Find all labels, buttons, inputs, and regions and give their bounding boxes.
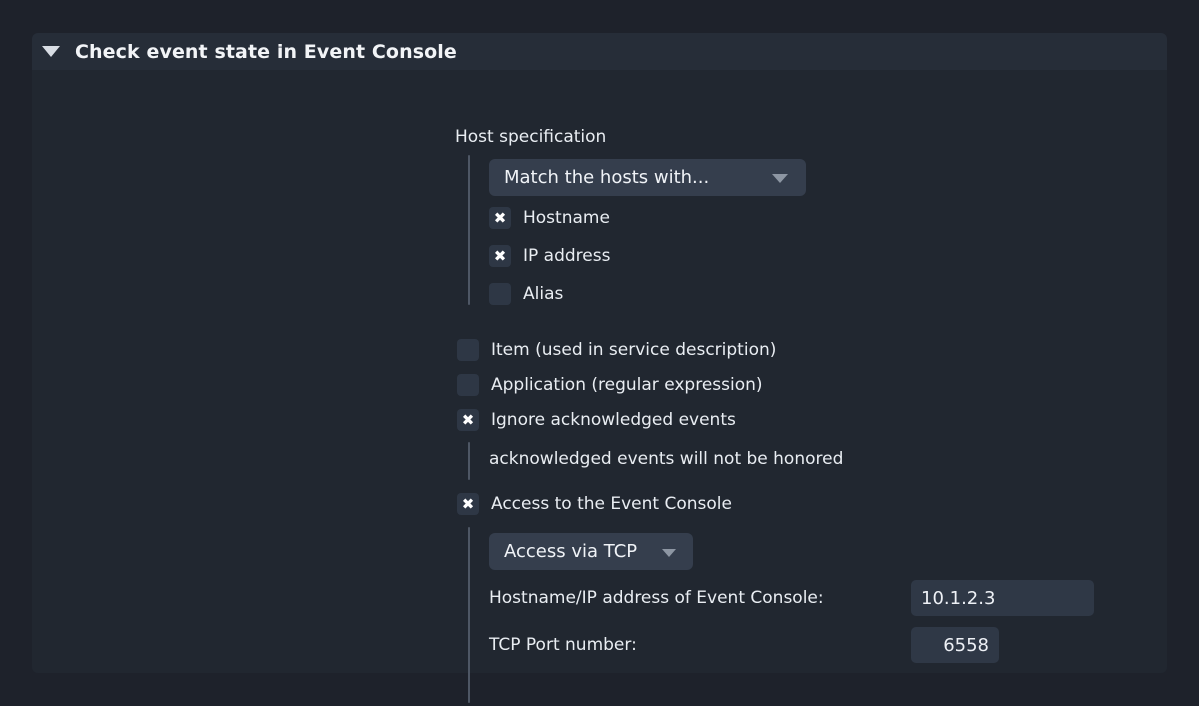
host-ip-field-label: Hostname/IP address of Event Console: [489,588,824,608]
checkbox-row-application[interactable]: ✖ Application (regular expression) [457,374,763,396]
host-specification-label: Host specification [455,127,607,147]
event-console-panel: Check event state in Event Console Host … [32,33,1167,703]
checkbox-label-alias: Alias [523,284,564,304]
tcp-port-input[interactable] [911,627,999,663]
panel-header[interactable]: Check event state in Event Console [32,33,1167,70]
checkbox-label-ignore-acknowledged: Ignore acknowledged events [491,410,736,430]
access-indent-bar [468,527,470,703]
checkbox-row-ip-address[interactable]: ✖ IP address [489,245,610,267]
access-method-dropdown[interactable]: Access via TCP [489,533,693,570]
host-match-dropdown[interactable]: Match the hosts with... [489,159,806,196]
tcp-port-field-label: TCP Port number: [489,635,637,655]
checkbox-row-hostname[interactable]: ✖ Hostname [489,207,610,229]
checkbox-label-application: Application (regular expression) [491,375,763,395]
checkbox-checked-icon[interactable]: ✖ [489,207,511,229]
checkbox-label-access-event-console: Access to the Event Console [491,494,732,514]
checkbox-unchecked-icon[interactable]: ✖ [457,374,479,396]
checkbox-checked-icon[interactable]: ✖ [457,409,479,431]
checkbox-checked-icon[interactable]: ✖ [457,493,479,515]
ignore-acknowledged-note: acknowledged events will not be honored [489,449,844,469]
checkbox-row-item[interactable]: ✖ Item (used in service description) [457,339,776,361]
host-ip-input[interactable] [911,580,1094,616]
page-title: Check event state in Event Console [75,40,457,63]
checkbox-unchecked-icon[interactable]: ✖ [457,339,479,361]
access-method-dropdown-value: Access via TCP [504,541,638,562]
host-match-dropdown-value: Match the hosts with... [504,167,710,188]
checkbox-row-alias[interactable]: ✖ Alias [489,283,563,305]
checkbox-checked-icon[interactable]: ✖ [489,245,511,267]
ignore-note-indent-bar [468,442,470,480]
chevron-down-icon[interactable] [662,549,676,557]
checkbox-label-ip-address: IP address [523,246,611,266]
chevron-down-icon[interactable] [772,174,788,183]
panel-body: Host specification Match the hosts with.… [32,70,1167,703]
checkbox-row-ignore-acknowledged[interactable]: ✖ Ignore acknowledged events [457,409,736,431]
checkbox-label-item: Item (used in service description) [491,340,777,360]
checkbox-label-hostname: Hostname [523,208,610,228]
checkbox-unchecked-icon[interactable]: ✖ [489,283,511,305]
checkbox-row-access-event-console[interactable]: ✖ Access to the Event Console [457,493,732,515]
triangle-down-icon[interactable] [42,46,60,57]
host-specification-indent-bar [468,155,470,305]
